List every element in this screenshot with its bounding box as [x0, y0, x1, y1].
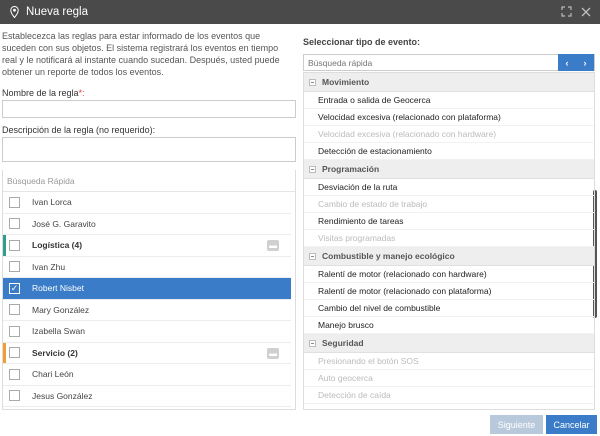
row-label: Robert Nisbet: [32, 283, 84, 294]
event-type-item: Presionando el botón SOS: [304, 353, 594, 370]
event-type-item[interactable]: Ralentí de motor (relacionado con hardwa…: [304, 266, 594, 283]
title-bar: Nueva regla: [0, 0, 600, 24]
objects-search-input[interactable]: Búsqueda Rápida: [3, 170, 295, 192]
object-row[interactable]: Ivan Lorca: [3, 192, 291, 214]
event-type-item[interactable]: Detección de estacionamiento: [304, 143, 594, 160]
event-type-item[interactable]: Velocidad excesiva (relacionado con plat…: [304, 109, 594, 126]
object-row[interactable]: Mary González: [3, 300, 291, 321]
event-type-list: Movimiento Entrada o salida de Geocerca Ve…: [303, 72, 595, 410]
rule-name-label: Nombre de la regla*:: [2, 88, 85, 98]
event-type-heading: Seleccionar tipo de evento:: [303, 37, 421, 47]
event-type-item: Velocidad excesiva (relacionado con hard…: [304, 126, 594, 143]
object-row[interactable]: Chari León: [3, 364, 291, 386]
checkbox[interactable]: [9, 304, 20, 316]
collapse-icon[interactable]: [309, 339, 316, 347]
object-row[interactable]: Jesus González: [3, 386, 291, 407]
rule-name-input[interactable]: [2, 100, 296, 118]
event-type-item: Detección de caída: [304, 387, 594, 404]
event-category-header[interactable]: Movimiento: [304, 73, 594, 92]
row-label: Ivan Lorca: [32, 197, 72, 208]
objects-list: Búsqueda Rápida Ivan Lorca José G. Garavi…: [2, 170, 296, 410]
expand-icon[interactable]: [560, 5, 572, 18]
event-category-label: Combustible y manejo ecológico: [322, 251, 455, 261]
checkbox[interactable]: [9, 347, 20, 359]
group-color-bar: [3, 235, 6, 256]
intro-text: Establecezca las reglas para estar infor…: [2, 31, 280, 77]
rule-description-label: Descripción de la regla (no requerido):: [2, 125, 156, 135]
event-search-input[interactable]: [304, 55, 558, 70]
row-label: José G. Garavito: [32, 218, 96, 229]
object-row[interactable]: José G. Garavito: [3, 214, 291, 235]
group-row[interactable]: Logística (4) ▬: [3, 235, 291, 257]
checkbox[interactable]: ✓: [9, 282, 20, 294]
collapse-icon[interactable]: [309, 78, 316, 86]
group-row[interactable]: Servicio (2) ▬: [3, 342, 291, 364]
row-label: Izabella Swan: [32, 326, 85, 337]
row-label: Logística (4): [32, 240, 83, 251]
event-type-item: Visitas programadas: [304, 230, 594, 247]
close-icon[interactable]: [580, 5, 592, 18]
next-arrow-icon[interactable]: ›: [584, 58, 587, 68]
rule-description-input[interactable]: [2, 137, 296, 162]
comment-icon[interactable]: ▬: [267, 240, 279, 251]
row-label: Jesus González: [32, 390, 93, 401]
row-label: Ivan Zhu: [32, 261, 66, 272]
collapse-icon[interactable]: [309, 252, 316, 260]
event-category-label: Movimiento: [322, 77, 370, 87]
window-title: Nueva regla: [26, 6, 89, 18]
row-label: Servicio (2): [32, 347, 78, 358]
checkbox[interactable]: [9, 261, 20, 273]
event-type-item[interactable]: Cambio del nivel de combustible: [304, 300, 594, 317]
event-type-item: Cambio de estado de trabajo: [304, 196, 594, 213]
comment-icon[interactable]: ▬: [267, 347, 279, 359]
event-type-item[interactable]: Entrada o salida de Geocerca: [304, 92, 594, 109]
checkbox[interactable]: [9, 325, 20, 337]
event-category-header[interactable]: Seguridad: [304, 334, 594, 353]
checkbox[interactable]: [9, 390, 20, 402]
event-type-item[interactable]: Rendimiento de tareas: [304, 213, 594, 230]
event-type-item[interactable]: Manejo brusco: [304, 317, 594, 334]
checkbox[interactable]: [9, 368, 20, 380]
next-button[interactable]: Siguiente: [490, 415, 543, 434]
event-search: ‹ ›: [303, 54, 595, 71]
object-row[interactable]: Ivan Zhu: [3, 257, 291, 278]
collapse-icon[interactable]: [309, 165, 316, 173]
object-row[interactable]: ✓ Robert Nisbet: [3, 278, 291, 300]
row-label: Mary González: [32, 304, 90, 315]
event-nav: ‹ ›: [558, 54, 594, 71]
checkbox[interactable]: [9, 196, 20, 208]
prev-arrow-icon[interactable]: ‹: [566, 58, 569, 68]
event-category-label: Programación: [322, 164, 380, 174]
group-color-bar: [3, 342, 6, 363]
object-row[interactable]: Izabella Swan: [3, 321, 291, 343]
event-type-item[interactable]: Desviación de la ruta: [304, 179, 594, 196]
row-label: Chari León: [32, 369, 74, 380]
event-category-header[interactable]: Combustible y manejo ecológico: [304, 247, 594, 266]
cancel-button[interactable]: Cancelar: [546, 415, 597, 434]
checkbox[interactable]: [9, 218, 20, 230]
event-type-item[interactable]: Ralentí de motor (relacionado con plataf…: [304, 283, 594, 300]
checkbox[interactable]: [9, 239, 20, 251]
required-marker: *:: [78, 88, 85, 98]
event-category-label: Seguridad: [322, 338, 364, 348]
event-type-item: Auto geocerca: [304, 370, 594, 387]
event-category-header[interactable]: Programación: [304, 160, 594, 179]
location-pin-icon: [9, 6, 19, 19]
